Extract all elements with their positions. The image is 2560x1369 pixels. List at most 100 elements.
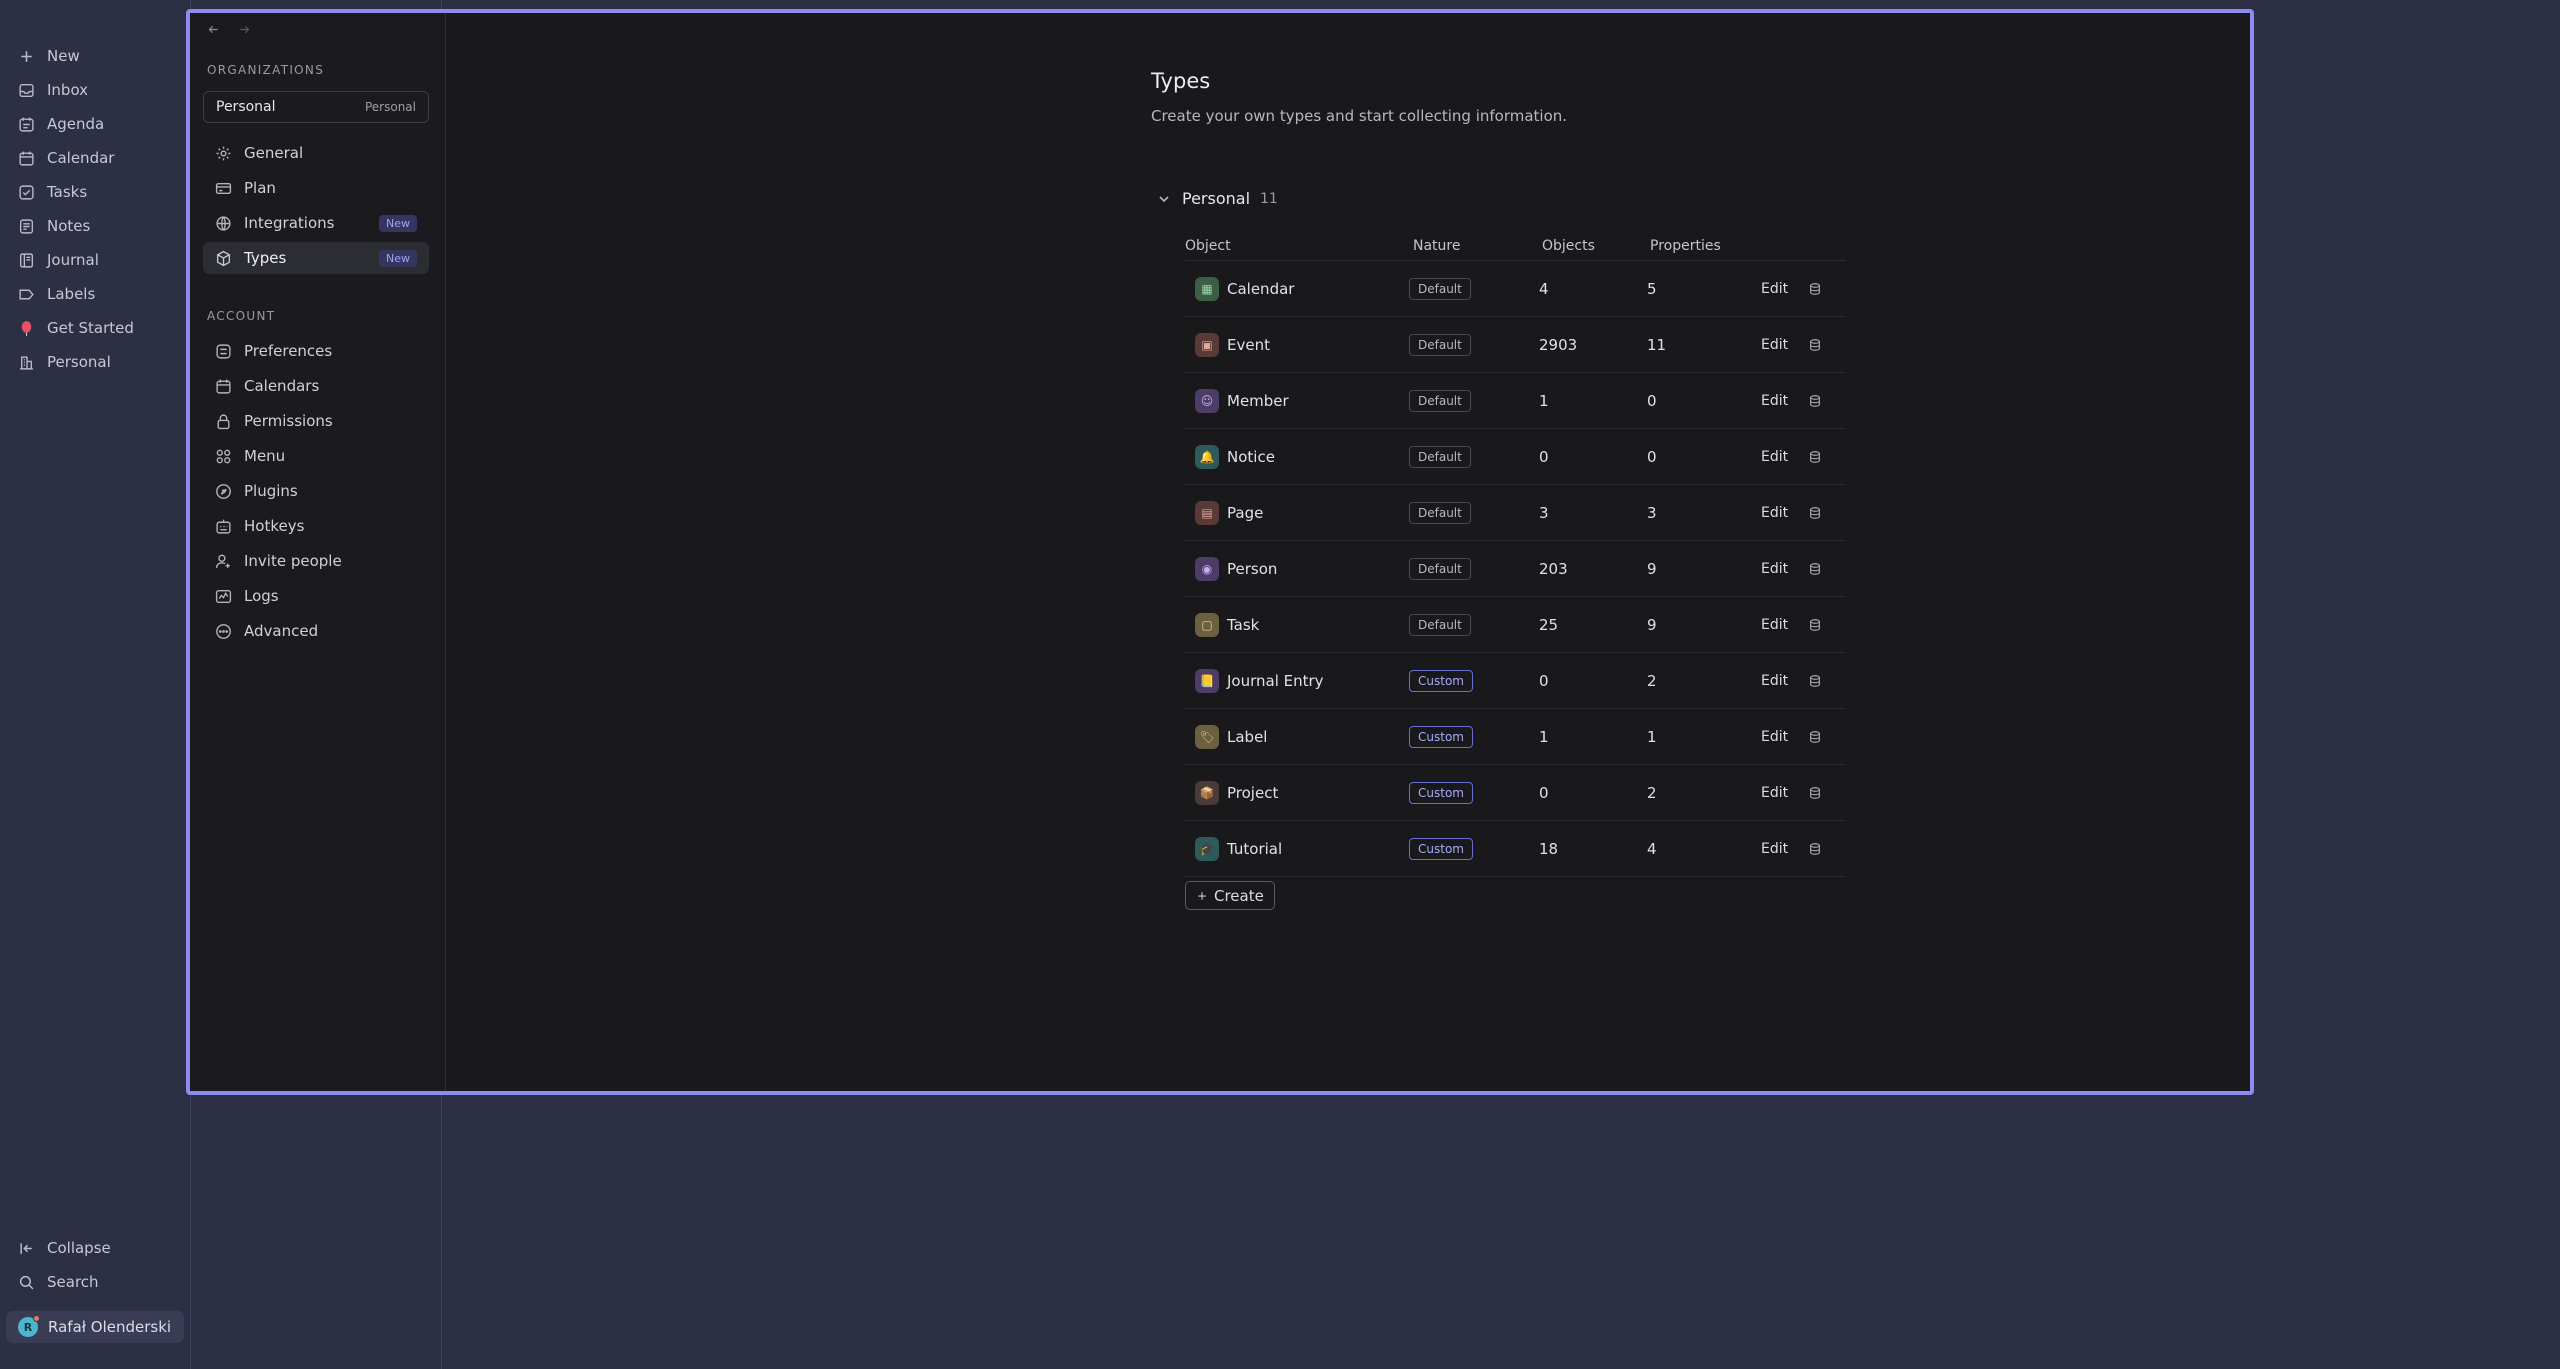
sidebar-item-inbox[interactable]: Inbox [8, 75, 180, 105]
edit-button[interactable]: Edit [1761, 393, 1788, 409]
database-icon[interactable] [1808, 338, 1822, 352]
journal-icon [19, 252, 34, 268]
collapse-button[interactable]: Collapse [8, 1233, 180, 1263]
type-name: Task [1227, 615, 1260, 634]
column-header-nature: Nature [1413, 238, 1461, 254]
edit-button[interactable]: Edit [1761, 337, 1788, 353]
sidebar-item-label: New [47, 47, 80, 65]
sidebar-item-personal[interactable]: Personal [8, 347, 180, 377]
edit-button[interactable]: Edit [1761, 673, 1788, 689]
table-row[interactable]: 🔔 Notice Default 0 0 Edit [1185, 429, 1846, 485]
sidebar-item-label: Tasks [47, 183, 88, 201]
table-row[interactable]: 📦 Project Custom 0 2 Edit [1185, 765, 1846, 821]
plus-icon [21, 50, 32, 62]
nature-badge: Custom [1409, 669, 1473, 692]
objects-count: 0 [1539, 671, 1549, 690]
collapse-icon [20, 1242, 32, 1254]
sidebar-item-label: Journal [47, 251, 99, 269]
properties-count: 9 [1647, 615, 1657, 634]
app-root: New Inbox Agenda Calendar Tasks Notes Jo… [0, 0, 2560, 1369]
type-name: Event [1227, 335, 1270, 354]
properties-count: 11 [1647, 335, 1667, 354]
table-row[interactable]: ◉ Person Default 203 9 Edit [1185, 541, 1846, 597]
properties-count: 2 [1647, 671, 1657, 690]
database-icon[interactable] [1808, 506, 1822, 520]
table-row[interactable]: 🎓 Tutorial Custom 18 4 Edit [1185, 821, 1846, 877]
edit-button[interactable]: Edit [1761, 281, 1788, 297]
table-row[interactable]: ▤ Page Default 3 3 Edit [1185, 485, 1846, 541]
type-name: Label [1227, 727, 1268, 746]
database-icon[interactable] [1808, 786, 1822, 800]
edit-button[interactable]: Edit [1761, 449, 1788, 465]
edit-button[interactable]: Edit [1761, 561, 1788, 577]
database-icon[interactable] [1808, 674, 1822, 688]
notification-dot [33, 1315, 40, 1322]
database-icon[interactable] [1808, 450, 1822, 464]
type-name: Calendar [1227, 279, 1295, 298]
edit-button[interactable]: Edit [1761, 617, 1788, 633]
group-toggle[interactable]: Personal 11 [1156, 189, 1278, 208]
sidebar-item-label: Inbox [47, 81, 89, 99]
table-row[interactable]: ▦ Calendar Default 4 5 Edit [1185, 261, 1846, 317]
properties-count: 9 [1647, 559, 1657, 578]
check-square-icon [19, 184, 34, 200]
type-icon: 📦 [1195, 780, 1219, 805]
table-row[interactable]: ▣ Event Default 2903 11 Edit [1185, 317, 1846, 373]
type-icon: ☺ [1195, 388, 1219, 413]
sidebar-item-new[interactable]: New [8, 41, 180, 71]
table-row[interactable]: ☺ Member Default 1 0 Edit [1185, 373, 1846, 429]
sidebar-item-tasks[interactable]: Tasks [8, 177, 180, 207]
type-icon: ▤ [1195, 500, 1219, 525]
type-icon: ◉ [1195, 556, 1219, 581]
type-icon: 🎓 [1195, 836, 1219, 861]
edit-button[interactable]: Edit [1761, 785, 1788, 801]
database-icon[interactable] [1808, 562, 1822, 576]
sidebar-item-labels[interactable]: Labels [8, 279, 180, 309]
type-name: Journal Entry [1227, 671, 1324, 690]
table-row[interactable]: 🏷 Label Custom 1 1 Edit [1185, 709, 1846, 765]
database-icon[interactable] [1808, 618, 1822, 632]
objects-count: 18 [1539, 839, 1559, 858]
user-menu-button[interactable]: R Rafał Olenderski [6, 1311, 184, 1343]
edit-button[interactable]: Edit [1761, 841, 1788, 857]
objects-count: 203 [1539, 559, 1568, 578]
create-type-button[interactable]: Create [1185, 881, 1275, 910]
database-icon[interactable] [1808, 394, 1822, 408]
nature-badge: Custom [1409, 837, 1473, 860]
type-name: Tutorial [1227, 839, 1283, 858]
database-icon[interactable] [1808, 730, 1822, 744]
types-page: Types Create your own types and start co… [190, 13, 2250, 1091]
type-name: Member [1227, 391, 1289, 410]
database-icon[interactable] [1808, 282, 1822, 296]
edit-button[interactable]: Edit [1761, 505, 1788, 521]
type-name: Project [1227, 783, 1279, 802]
tag-icon [19, 289, 34, 299]
type-icon: ▢ [1195, 612, 1219, 637]
edit-button[interactable]: Edit [1761, 729, 1788, 745]
calendar-icon [19, 151, 34, 166]
column-header-object: Object [1185, 238, 1231, 254]
database-icon[interactable] [1808, 842, 1822, 856]
agenda-icon [19, 117, 34, 132]
objects-count: 1 [1539, 727, 1549, 746]
nature-badge: Default [1409, 445, 1471, 468]
properties-count: 5 [1647, 279, 1657, 298]
sidebar-item-journal[interactable]: Journal [8, 245, 180, 275]
sidebar-item-agenda[interactable]: Agenda [8, 109, 180, 139]
sidebar-item-calendar[interactable]: Calendar [8, 143, 180, 173]
table-row[interactable]: ▢ Task Default 25 9 Edit [1185, 597, 1846, 653]
nature-badge: Default [1409, 613, 1471, 636]
group-count: 11 [1260, 190, 1278, 207]
nature-badge: Default [1409, 501, 1471, 524]
sidebar-item-notes[interactable]: Notes [8, 211, 180, 241]
type-icon: ▣ [1195, 332, 1219, 357]
sidebar-item-get-started[interactable]: Get Started [8, 313, 180, 343]
table-row[interactable]: 📒 Journal Entry Custom 0 2 Edit [1185, 653, 1846, 709]
type-icon: 📒 [1195, 668, 1219, 693]
objects-count: 0 [1539, 783, 1549, 802]
nature-badge: Custom [1409, 725, 1473, 748]
chevron-down-icon [1159, 195, 1169, 202]
balloon-icon [21, 320, 32, 336]
search-button[interactable]: Search [8, 1267, 180, 1297]
search-label: Search [47, 1273, 99, 1291]
